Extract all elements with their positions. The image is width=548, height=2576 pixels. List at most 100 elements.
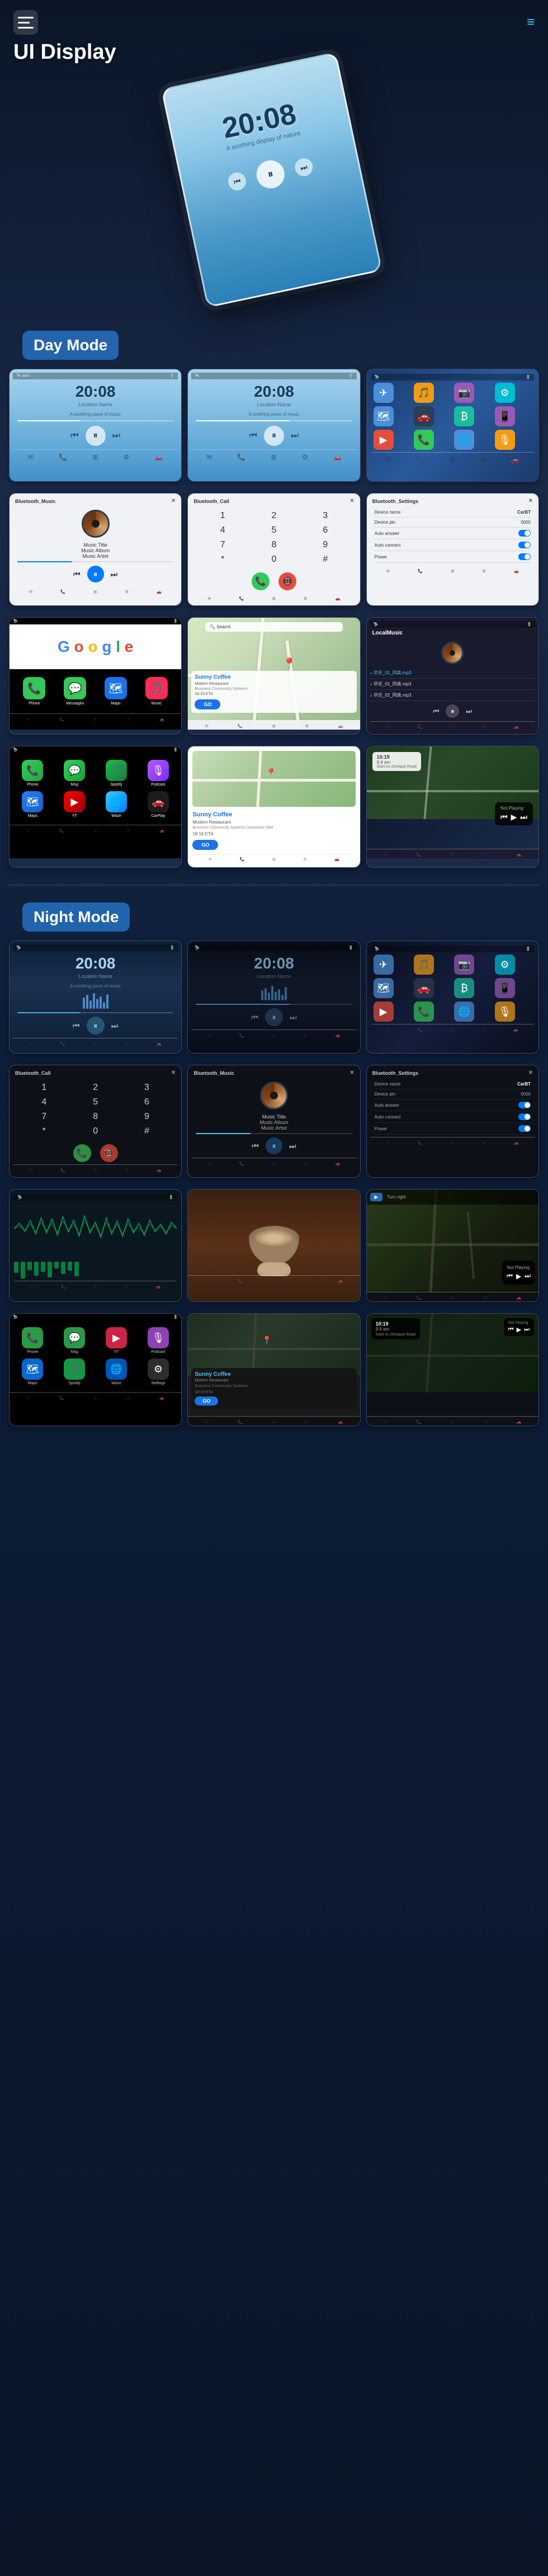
key-8[interactable]: 8: [251, 540, 297, 550]
app-youtube[interactable]: ▶: [374, 430, 394, 450]
play-button[interactable]: ⏸: [254, 158, 287, 191]
end-call-button[interactable]: 📵: [278, 572, 296, 590]
play-btn[interactable]: ⏸: [87, 566, 104, 582]
night-app-phone[interactable]: 📞: [414, 1002, 434, 1022]
night-app-yt[interactable]: ▶: [374, 1002, 394, 1022]
night-app-spotify[interactable]: 🎵 Spotify: [56, 1358, 93, 1385]
next-icon[interactable]: ⏭: [112, 431, 120, 441]
night-auto-connect-toggle[interactable]: [518, 1113, 531, 1120]
key-5[interactable]: 5: [72, 1097, 119, 1107]
night-app-drive[interactable]: 🚗: [414, 978, 434, 998]
night-app-settings[interactable]: ⚙: [495, 955, 515, 975]
nav-direction-btn[interactable]: ▶: [370, 1193, 382, 1201]
app-waze[interactable]: 🗺: [374, 406, 394, 426]
night-m-prev[interactable]: ⏮: [252, 1141, 259, 1151]
prev-icon[interactable]: ⏮: [433, 707, 440, 716]
key-2[interactable]: 2: [251, 511, 297, 521]
night-m-next[interactable]: ⏭: [289, 1141, 296, 1151]
np-next[interactable]: ⏭: [520, 812, 527, 822]
app-music[interactable]: 🎵: [414, 383, 434, 403]
night-app-tel[interactable]: ✈: [374, 955, 394, 975]
key-5[interactable]: 5: [251, 525, 297, 535]
app-bt[interactable]: ₿: [454, 406, 474, 426]
np-play[interactable]: ▶: [511, 812, 517, 822]
auto-answer-toggle[interactable]: [518, 530, 531, 537]
night-app-settings-icon[interactable]: ⚙ Settings: [139, 1358, 177, 1385]
night-power-toggle[interactable]: [518, 1125, 531, 1132]
play-btn[interactable]: ⏸: [446, 704, 459, 718]
key-3[interactable]: 3: [302, 511, 349, 521]
key-hash[interactable]: #: [124, 1126, 171, 1136]
close-icon[interactable]: ✕: [171, 1070, 176, 1076]
app-settings[interactable]: ⚙: [495, 383, 515, 403]
key-6[interactable]: 6: [302, 525, 349, 535]
phone-nav-icon[interactable]: 📞: [59, 453, 67, 461]
night-prev[interactable]: ⏮: [73, 1021, 80, 1031]
key-9[interactable]: 9: [124, 1112, 171, 1122]
key-1[interactable]: 1: [21, 1083, 68, 1093]
music-item-2[interactable]: ♪ 华乐_01_同类.mp3: [370, 679, 535, 690]
night-play[interactable]: ⏸: [87, 1017, 105, 1035]
key-star[interactable]: *: [199, 554, 246, 565]
app-maps2[interactable]: 🗺 Maps: [14, 791, 51, 818]
carplay-music[interactable]: 🎵 Music: [136, 674, 177, 709]
night-app-music[interactable]: 🎵: [414, 955, 434, 975]
dark-prev[interactable]: ⏮: [508, 1326, 514, 1333]
key-3[interactable]: 3: [124, 1083, 171, 1093]
email-nav-icon[interactable]: ✉: [28, 453, 34, 461]
app-telegram[interactable]: ✈: [374, 383, 394, 403]
music-item-3[interactable]: ♪ 华乐_02_同类.mp3: [370, 690, 535, 701]
close-icon[interactable]: ✕: [528, 498, 533, 504]
settings-nav-icon[interactable]: ⚙: [124, 453, 130, 461]
google-search-area[interactable]: G o o g l e: [10, 624, 181, 669]
night-next-2[interactable]: ⏭: [290, 1013, 297, 1022]
night-media-prev[interactable]: ⏮: [507, 1272, 513, 1280]
app-photo[interactable]: 📷: [454, 383, 474, 403]
progress-bar[interactable]: [17, 420, 173, 421]
auto-nav-icon[interactable]: 🚗: [155, 453, 163, 461]
app-waze2[interactable]: 🌐 Waze: [98, 791, 135, 818]
night-app-maps[interactable]: 🌐: [454, 1002, 474, 1022]
night-app-photo[interactable]: 📷: [454, 955, 474, 975]
call-button[interactable]: 📞: [252, 572, 270, 590]
call-button[interactable]: 📞: [73, 1144, 91, 1162]
night-app-phone[interactable]: 📞 Phone: [14, 1327, 51, 1354]
app-maps[interactable]: 🌐: [454, 430, 474, 450]
night-go-button[interactable]: GO: [195, 1397, 218, 1405]
night-app-maps[interactable]: 🗺 Maps: [14, 1358, 51, 1385]
close-icon[interactable]: ✕: [528, 1070, 533, 1076]
go-button[interactable]: GO: [195, 699, 220, 709]
app-carplay[interactable]: 🚗 CarPlay: [139, 791, 177, 818]
dark-next[interactable]: ⏭: [524, 1326, 530, 1333]
key-0[interactable]: 0: [72, 1126, 119, 1136]
np-prev[interactable]: ⏮: [500, 812, 508, 822]
prev-btn[interactable]: ⏮: [73, 570, 81, 579]
app-extra1[interactable]: 📱: [495, 406, 515, 426]
app-phone[interactable]: 📞 Phone: [14, 760, 51, 787]
key-7[interactable]: 7: [199, 540, 246, 550]
key-hash[interactable]: #: [302, 554, 349, 565]
key-4[interactable]: 4: [21, 1097, 68, 1107]
key-9[interactable]: 9: [302, 540, 349, 550]
end-call-button[interactable]: 📵: [100, 1144, 118, 1162]
night-prev-2[interactable]: ⏮: [251, 1013, 258, 1022]
night-play-2[interactable]: ⏸: [265, 1008, 283, 1026]
play-pause-button[interactable]: ⏸: [86, 426, 106, 446]
bt-close-icon[interactable]: ✕: [171, 498, 176, 504]
key-2[interactable]: 2: [72, 1083, 119, 1093]
next-icon[interactable]: ⏭: [466, 707, 472, 716]
night-app-podcast[interactable]: 🎙 Podcast: [139, 1327, 177, 1354]
app-yt-music[interactable]: ▶ YT: [56, 791, 93, 818]
key-star[interactable]: *: [21, 1126, 68, 1136]
app-podcast[interactable]: 🎙 Podcast: [139, 760, 177, 787]
power-toggle[interactable]: [518, 553, 531, 560]
prev-icon[interactable]: ⏮: [249, 431, 257, 441]
key-0[interactable]: 0: [251, 554, 297, 565]
carplay-messages[interactable]: 💬 Messages: [55, 674, 96, 709]
night-media-next[interactable]: ⏭: [525, 1272, 531, 1280]
music-item-1[interactable]: ♪ 华乐_01_同类.mp3: [370, 667, 535, 679]
prev-button[interactable]: ⏮: [226, 171, 248, 192]
next-btn[interactable]: ⏭: [111, 570, 118, 579]
more-menu-icon[interactable]: ≡: [527, 15, 535, 30]
next-icon[interactable]: ⏭: [291, 431, 299, 441]
